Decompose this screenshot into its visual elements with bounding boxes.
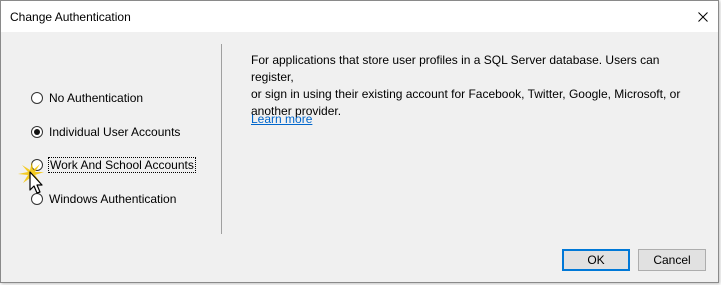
learn-more-link[interactable]: Learn more xyxy=(251,112,312,126)
radio-button[interactable] xyxy=(31,159,43,171)
radio-no-authentication[interactable]: No Authentication xyxy=(31,89,143,107)
radio-label: Individual User Accounts xyxy=(49,125,181,139)
radio-windows-authentication[interactable]: Windows Authentication xyxy=(31,190,176,208)
radio-button[interactable] xyxy=(31,193,43,205)
close-button[interactable] xyxy=(688,1,718,32)
dialog-title: Change Authentication xyxy=(10,10,131,24)
description-line: another provider. xyxy=(251,104,342,118)
radio-individual-user-accounts[interactable]: Individual User Accounts xyxy=(31,123,180,141)
radio-button-selected[interactable] xyxy=(31,126,43,138)
close-icon xyxy=(698,11,708,22)
vertical-divider xyxy=(221,44,222,234)
description-line: For applications that store user profile… xyxy=(251,53,660,84)
title-bar: Change Authentication xyxy=(1,1,718,32)
radio-button[interactable] xyxy=(31,92,43,104)
change-authentication-dialog: Change Authentication No Authentication … xyxy=(0,0,719,283)
description-line: or sign in using their existing account … xyxy=(251,87,681,101)
radio-work-and-school-accounts[interactable]: Work And School Accounts xyxy=(31,156,196,174)
radio-label: Work And School Accounts xyxy=(48,157,196,173)
radio-label: No Authentication xyxy=(49,91,144,105)
option-description: For applications that store user profile… xyxy=(251,52,701,120)
radio-label: Windows Authentication xyxy=(49,192,177,206)
cancel-button[interactable]: Cancel xyxy=(638,249,706,271)
ok-button[interactable]: OK xyxy=(562,249,630,271)
